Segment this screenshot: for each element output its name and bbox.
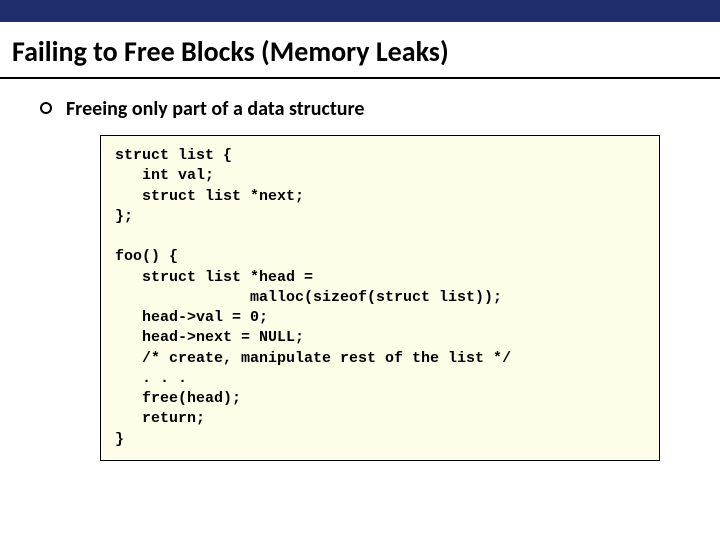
header-bar [0, 0, 720, 22]
circle-bullet-icon [40, 102, 52, 114]
code-block: struct list { int val; struct list *next… [100, 135, 660, 461]
bullet-text: Freeing only part of a data structure [66, 97, 364, 121]
bullet-item: Freeing only part of a data structure [40, 97, 690, 121]
slide-title: Failing to Free Blocks (Memory Leaks) [0, 22, 720, 79]
slide-content: Freeing only part of a data structure st… [0, 97, 720, 461]
